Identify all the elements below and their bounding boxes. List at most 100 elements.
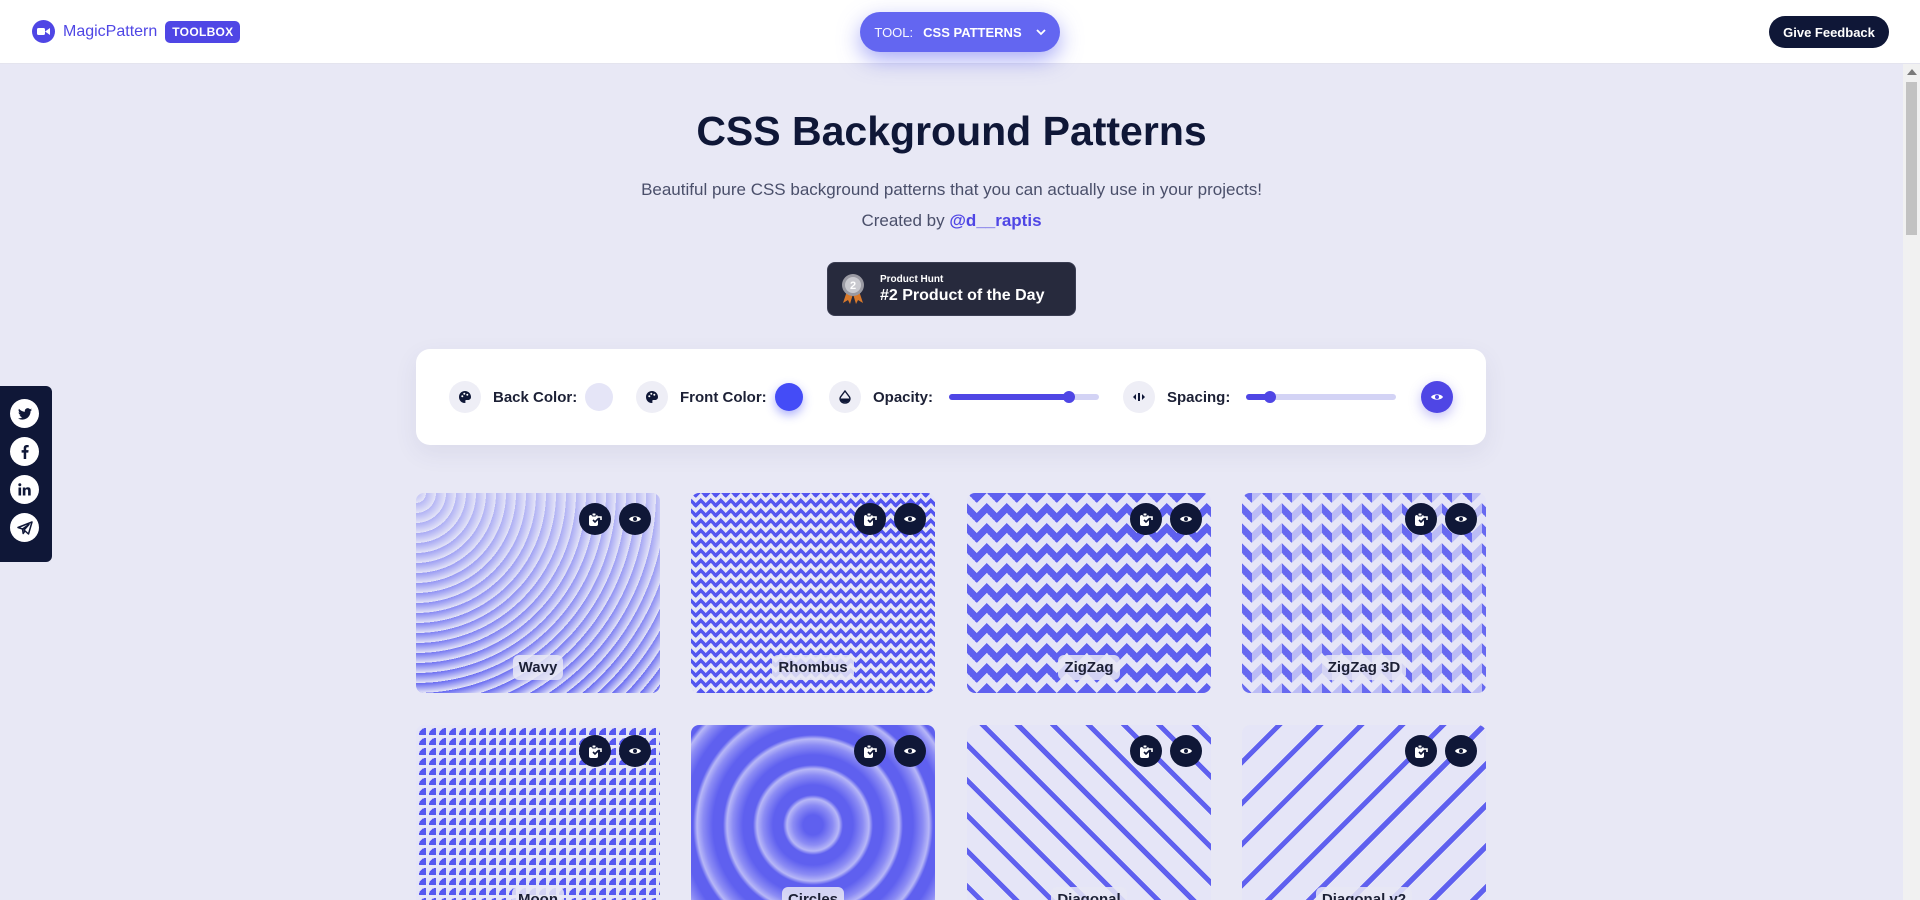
pattern-card-diagonal[interactable]: Diagonal <box>967 725 1211 900</box>
pattern-card-circles[interactable]: Circles <box>691 725 935 900</box>
logo[interactable]: MagicPattern TOOLBOX <box>32 20 241 43</box>
product-hunt-label: Product Hunt <box>880 273 944 285</box>
copy-css-button[interactable] <box>579 503 611 535</box>
preview-pattern-button[interactable] <box>894 503 926 535</box>
pattern-card-moon[interactable]: Moon <box>416 725 660 900</box>
back-color-swatch[interactable] <box>585 383 614 411</box>
give-feedback-button[interactable]: Give Feedback <box>1769 16 1889 48</box>
pattern-name: Circles <box>781 887 845 900</box>
opacity-label: Opacity: <box>873 388 934 406</box>
preview-pattern-button[interactable] <box>619 503 651 535</box>
credit-prefix: Created by <box>861 211 945 230</box>
opacity-slider[interactable] <box>949 391 1100 403</box>
copy-code-icon <box>589 512 602 526</box>
eye-icon <box>1455 748 1467 754</box>
pattern-name: Rhombus <box>772 655 854 680</box>
palette-icon <box>636 381 668 413</box>
pattern-name: Diagonal v2 <box>1315 887 1413 900</box>
spacing-label: Spacing: <box>1167 388 1231 406</box>
eye-icon <box>629 748 641 754</box>
copy-code-icon <box>1415 512 1428 526</box>
pattern-card-wavy[interactable]: Wavy <box>416 493 660 693</box>
copy-code-icon <box>1140 744 1153 758</box>
facebook-icon <box>21 444 29 459</box>
pattern-name: ZigZag 3D <box>1321 655 1407 680</box>
preview-pattern-button[interactable] <box>1170 735 1202 767</box>
pattern-name: Diagonal <box>1051 887 1127 900</box>
social-share-sidebar <box>0 386 52 562</box>
logo-text: MagicPattern <box>63 22 158 40</box>
medal-icon: 2 <box>840 273 866 305</box>
front-color-label: Front Color: <box>680 388 767 406</box>
eye-icon <box>1180 516 1192 522</box>
chevron-down-icon <box>1035 28 1046 35</box>
copy-css-button[interactable] <box>1405 735 1437 767</box>
preview-button[interactable] <box>1421 381 1453 413</box>
palette-icon <box>449 381 481 413</box>
preview-pattern-button[interactable] <box>1445 503 1477 535</box>
copy-css-button[interactable] <box>1405 503 1437 535</box>
copy-css-button[interactable] <box>854 735 886 767</box>
pattern-name: ZigZag <box>1058 655 1120 680</box>
eye-icon <box>1431 394 1443 400</box>
magicpattern-logo-icon <box>32 20 55 43</box>
twitter-icon <box>17 407 32 420</box>
copy-css-button[interactable] <box>579 735 611 767</box>
pattern-card-diagonal-v2[interactable]: Diagonal v2 <box>1242 725 1486 900</box>
preview-pattern-button[interactable] <box>894 735 926 767</box>
facebook-share-button[interactable] <box>10 437 39 466</box>
page-title: CSS Background Patterns <box>696 108 1207 154</box>
eye-icon <box>629 516 641 522</box>
medal-rank: 2 <box>850 280 856 292</box>
copy-css-button[interactable] <box>1130 735 1162 767</box>
copy-code-icon <box>1140 512 1153 526</box>
tool-selector-label: TOOL: <box>874 24 914 40</box>
opacity-control: Opacity: <box>829 381 1100 413</box>
preview-pattern-button[interactable] <box>1445 735 1477 767</box>
linkedin-icon <box>18 483 31 496</box>
copy-code-icon <box>589 744 602 758</box>
spacing-arrows-icon <box>1123 381 1155 413</box>
front-color-swatch[interactable] <box>774 383 803 411</box>
telegram-icon <box>16 520 33 535</box>
copy-css-button[interactable] <box>1130 503 1162 535</box>
opacity-slider-handle[interactable] <box>1063 391 1076 403</box>
preview-pattern-button[interactable] <box>1170 503 1202 535</box>
pattern-name: Wavy <box>512 655 564 680</box>
copy-code-icon <box>1415 744 1428 758</box>
copy-css-button[interactable] <box>854 503 886 535</box>
copy-code-icon <box>864 744 877 758</box>
front-color-control: Front Color: <box>636 381 803 413</box>
telegram-share-button[interactable] <box>10 513 39 542</box>
product-hunt-badge[interactable]: 2 Product Hunt #2 Product of the Day <box>827 262 1076 316</box>
pattern-controls-panel: Back Color: Front Color: Opacity: Spacin… <box>416 349 1486 445</box>
spacing-control: Spacing: <box>1123 381 1397 413</box>
linkedin-share-button[interactable] <box>10 475 39 504</box>
preview-pattern-button[interactable] <box>619 735 651 767</box>
scroll-up-arrow-icon[interactable] <box>1907 69 1917 75</box>
author-link[interactable]: @d__raptis <box>949 211 1041 230</box>
pattern-card-zigzag-3d[interactable]: ZigZag 3D <box>1242 493 1486 693</box>
back-color-label: Back Color: <box>493 388 578 406</box>
tool-selector-value: CSS PATTERNS <box>923 24 1022 40</box>
pattern-name: Moon <box>512 887 564 900</box>
product-hunt-award: #2 Product of the Day <box>880 286 1045 304</box>
credit-line: Created by @d__raptis <box>0 211 1903 231</box>
back-color-control: Back Color: <box>449 381 614 413</box>
pattern-card-zigzag[interactable]: ZigZag <box>967 493 1211 693</box>
pattern-card-rhombus[interactable]: Rhombus <box>691 493 935 693</box>
toolbox-badge: TOOLBOX <box>165 20 241 43</box>
eye-icon <box>904 516 916 522</box>
spacing-slider-handle[interactable] <box>1264 391 1277 403</box>
eye-icon <box>1455 516 1467 522</box>
eye-icon <box>1180 748 1192 754</box>
opacity-slider-fill <box>949 394 1070 400</box>
copy-code-icon <box>864 512 877 526</box>
twitter-share-button[interactable] <box>10 399 39 428</box>
spacing-slider[interactable] <box>1246 391 1397 403</box>
top-bar: MagicPattern TOOLBOX TOOL: CSS PATTERNS … <box>0 0 1920 64</box>
scrollbar-thumb[interactable] <box>1906 82 1917 235</box>
page-subtitle: Beautiful pure CSS background patterns t… <box>641 180 1262 199</box>
eye-icon <box>904 748 916 754</box>
tool-selector-button[interactable]: TOOL: CSS PATTERNS <box>860 12 1060 52</box>
